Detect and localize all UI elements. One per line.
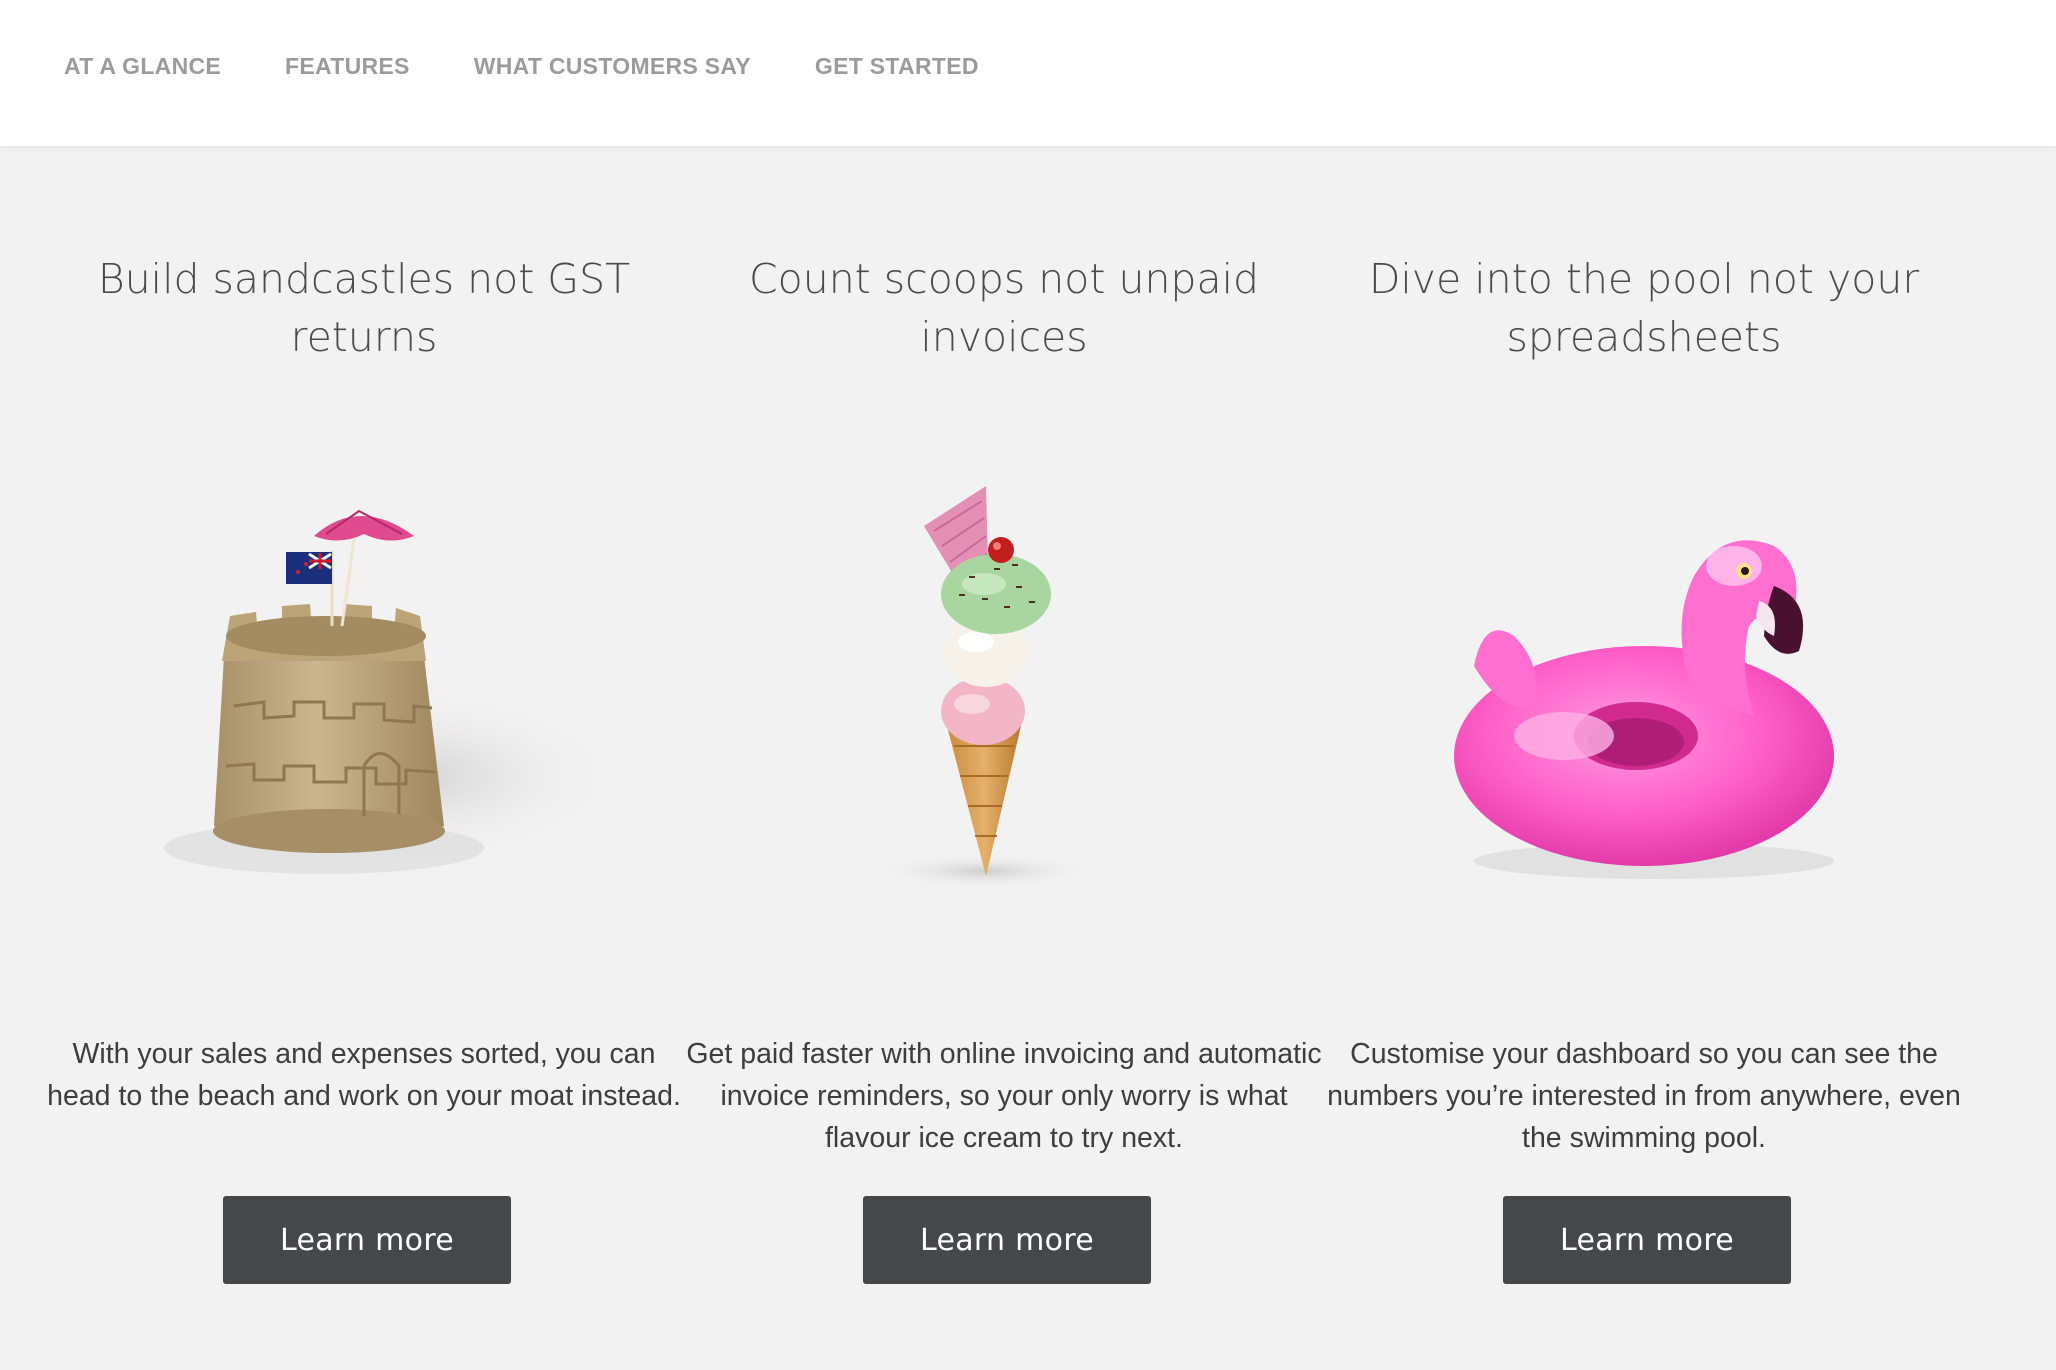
nav-link-what-customers-say[interactable]: WHAT CUSTOMERS SAY <box>474 53 751 80</box>
sandcastle-image <box>114 436 624 896</box>
feature-title: Dive into the pool not your spreadsheets <box>1368 255 1920 362</box>
feature-card-flamingo: Dive into the pool not your spreadsheets <box>1324 146 1964 1370</box>
feature-card-ice-cream: Count scoops not unpaid invoices Get pai… <box>684 146 1324 1370</box>
learn-more-button[interactable]: Learn more <box>863 1196 1151 1284</box>
feature-description: With your sales and expenses sorted, you… <box>47 1037 681 1112</box>
feature-title: Build sandcastles not GST returns <box>97 255 631 362</box>
feature-description: Get paid faster with online invoicing an… <box>686 1037 1322 1154</box>
nav-link-at-a-glance[interactable]: AT A GLANCE <box>64 53 221 80</box>
learn-more-button[interactable]: Learn more <box>223 1196 511 1284</box>
learn-more-button[interactable]: Learn more <box>1503 1196 1791 1284</box>
nav-link-features[interactable]: FEATURES <box>285 53 410 80</box>
flamingo-image <box>1394 436 1894 896</box>
feature-description: Customise your dashboard so you can see … <box>1327 1037 1961 1154</box>
nav-link-get-started[interactable]: GET STARTED <box>815 53 979 80</box>
feature-card-sandcastle: Build sandcastles not GST returns With y… <box>44 146 684 1370</box>
feature-title: Count scoops not unpaid invoices <box>749 255 1259 362</box>
feature-columns: Build sandcastles not GST returns With y… <box>0 146 2056 1370</box>
ice-cream-image <box>754 436 1254 896</box>
top-navigation: AT A GLANCE FEATURES WHAT CUSTOMERS SAY … <box>0 0 2056 146</box>
